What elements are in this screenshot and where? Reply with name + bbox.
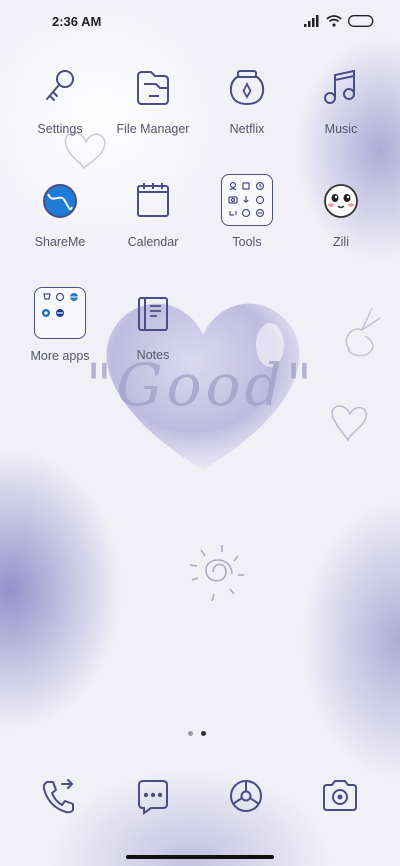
signal-icon bbox=[304, 15, 319, 27]
status-icons bbox=[304, 15, 374, 27]
page-dot-active[interactable] bbox=[201, 731, 206, 736]
zili-face-icon bbox=[319, 179, 363, 223]
dock-messages[interactable] bbox=[131, 774, 175, 818]
camera-icon bbox=[323, 780, 357, 811]
app-label: Tools bbox=[232, 235, 262, 249]
app-label: Calendar bbox=[127, 235, 179, 249]
app-notes[interactable]: Notes bbox=[103, 292, 203, 392]
shareme-icon bbox=[38, 179, 82, 223]
app-tools-folder[interactable]: Tools bbox=[197, 174, 297, 274]
app-label: More apps bbox=[30, 349, 90, 363]
app-zili[interactable]: Zili bbox=[291, 179, 391, 279]
wifi-icon bbox=[326, 15, 342, 27]
more-apps-folder-icon bbox=[34, 287, 86, 339]
app-label: Notes bbox=[136, 348, 170, 362]
app-label: Zili bbox=[333, 235, 349, 249]
app-music[interactable]: Music bbox=[291, 66, 391, 166]
app-settings[interactable]: Settings bbox=[10, 66, 110, 166]
app-label: File Manager bbox=[116, 122, 190, 136]
music-note-icon bbox=[319, 66, 363, 110]
app-label: ShareMe bbox=[34, 235, 86, 249]
page-dot[interactable] bbox=[188, 731, 193, 736]
calendar-icon bbox=[131, 179, 175, 223]
folder-icon bbox=[131, 66, 175, 110]
status-bar: 2:36 AM bbox=[0, 0, 400, 44]
battery-icon bbox=[348, 15, 374, 27]
app-netflix[interactable]: Netflix bbox=[197, 66, 297, 166]
browser-icon bbox=[230, 780, 262, 812]
status-time: 2:36 AM bbox=[52, 14, 102, 29]
messages-icon bbox=[138, 780, 168, 815]
settings-key-icon bbox=[38, 66, 82, 110]
page-indicator bbox=[188, 731, 206, 736]
app-label: Settings bbox=[37, 122, 83, 136]
phone-icon bbox=[42, 779, 74, 814]
dock-browser[interactable] bbox=[224, 774, 268, 818]
gesture-nav-bar[interactable] bbox=[126, 855, 274, 859]
app-file-manager[interactable]: File Manager bbox=[103, 66, 203, 166]
app-more-apps-folder[interactable]: More apps bbox=[10, 287, 110, 387]
app-calendar[interactable]: Calendar bbox=[103, 179, 203, 279]
dock-camera[interactable] bbox=[318, 774, 362, 818]
app-label: Netflix bbox=[229, 122, 265, 136]
notes-icon bbox=[131, 292, 175, 336]
tools-folder-icon bbox=[221, 174, 273, 226]
app-label: Music bbox=[324, 122, 358, 136]
dock-phone[interactable] bbox=[37, 774, 81, 818]
netflix-jar-icon bbox=[225, 66, 269, 110]
app-shareme[interactable]: ShareMe bbox=[10, 179, 110, 279]
